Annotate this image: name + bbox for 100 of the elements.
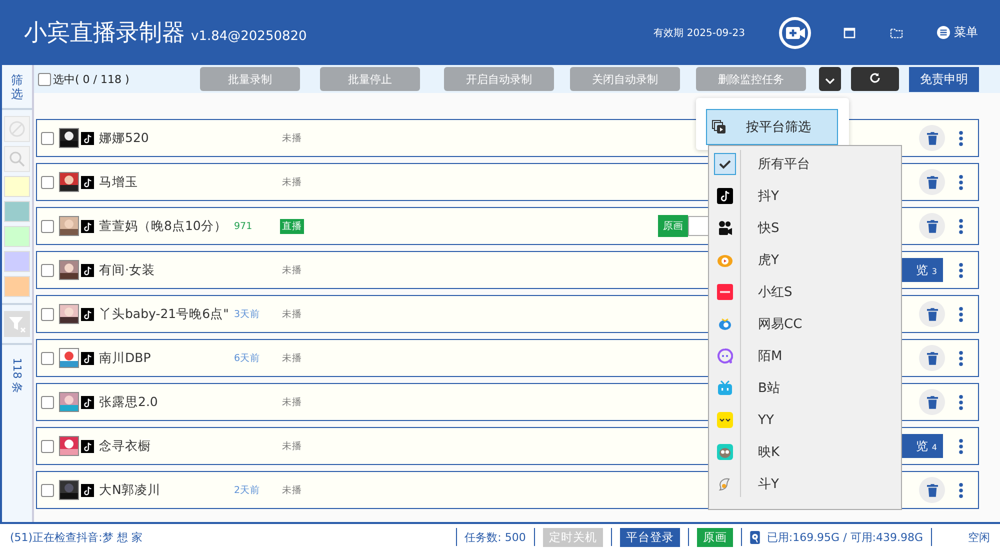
film-camera-icon xyxy=(716,220,732,236)
delete-button[interactable] xyxy=(919,389,945,415)
music-note-icon xyxy=(81,396,94,408)
platform-filter-item[interactable]: 按平台筛选 xyxy=(706,109,838,145)
caret-icon xyxy=(825,78,835,84)
delete-button[interactable] xyxy=(919,301,945,327)
live-status: 未播 xyxy=(281,132,303,146)
music-note-icon xyxy=(81,220,94,232)
streamer-name: 念寻衣橱 xyxy=(99,438,152,454)
row-checkbox[interactable] xyxy=(41,176,54,188)
trash-icon xyxy=(926,352,938,364)
dropdown-button[interactable] xyxy=(819,67,841,91)
music-note-icon xyxy=(81,264,94,276)
row-checkbox[interactable] xyxy=(41,484,54,496)
streamer-name: 有间·女装 xyxy=(99,262,156,278)
viewer-count: 971 xyxy=(234,220,252,232)
menu-icon xyxy=(937,26,950,39)
streamer-name: 南川DBP xyxy=(99,350,152,366)
select-all-checkbox[interactable]: 选中( 0 / 118 ) xyxy=(38,72,200,86)
delete-button[interactable] xyxy=(919,477,945,503)
expiry-date: 有效期 2025-09-23 xyxy=(654,26,745,40)
music-note-icon xyxy=(716,188,732,204)
delete-button[interactable] xyxy=(919,125,945,151)
folder-icon[interactable] xyxy=(890,26,903,38)
trash-icon xyxy=(926,484,938,496)
refresh-icon xyxy=(869,72,881,84)
trash-icon xyxy=(926,396,938,408)
app-title: 小宾直播录制器 xyxy=(24,19,185,48)
window-icon[interactable] xyxy=(843,26,856,38)
menu-button[interactable]: 菜单 xyxy=(937,24,978,41)
music-note-icon xyxy=(81,352,94,364)
row-checkbox[interactable] xyxy=(41,264,54,276)
platform-login-button[interactable]: 平台登录 xyxy=(620,528,680,546)
row-checkbox[interactable] xyxy=(41,352,54,364)
row-checkbox[interactable] xyxy=(41,396,54,408)
tv-icon xyxy=(716,380,732,396)
delete-button[interactable] xyxy=(919,345,945,371)
disk-usage: 已用:169.95G / 可用:439.98G xyxy=(766,530,923,544)
refresh-button[interactable] xyxy=(851,67,899,91)
owl-icon xyxy=(716,444,732,460)
more-icon[interactable] xyxy=(958,174,964,190)
music-note-icon xyxy=(81,308,94,320)
live-status: 未播 xyxy=(281,484,303,498)
last-seen-time: 2天前 xyxy=(234,484,260,496)
trash-icon xyxy=(926,220,938,232)
music-note-icon xyxy=(81,484,94,496)
more-icon[interactable] xyxy=(958,306,964,322)
item-count: 118 条 xyxy=(10,358,24,394)
live-status: 未播 xyxy=(281,308,303,322)
more-icon[interactable] xyxy=(958,262,964,278)
app-tile-icon xyxy=(716,284,732,300)
app-state: 空闲 xyxy=(967,530,990,544)
platform-option[interactable]: 快S xyxy=(709,212,901,244)
more-icon[interactable] xyxy=(958,350,964,366)
more-icon[interactable] xyxy=(958,482,964,498)
status-message: (51)正在检查抖音:梦 想 家 xyxy=(10,530,142,544)
streamer-name: 大N郭凌川 xyxy=(99,482,162,498)
live-status: 直播 xyxy=(280,218,304,234)
streamer-name: 萱萱妈（晚8点10分） xyxy=(99,218,228,234)
live-status: 未播 xyxy=(281,440,303,454)
color-swatch[interactable] xyxy=(4,276,30,297)
add-camera-icon[interactable] xyxy=(777,14,813,50)
version-label: v1.84@20250820 xyxy=(191,29,307,44)
bird-icon xyxy=(716,476,732,492)
row-checkbox[interactable] xyxy=(41,132,54,144)
color-swatch[interactable] xyxy=(4,200,30,222)
color-swatch[interactable] xyxy=(4,226,30,247)
music-note-icon xyxy=(81,132,94,144)
live-status: 未播 xyxy=(281,396,303,410)
music-note-icon xyxy=(81,176,94,188)
play-badge-icon xyxy=(716,252,732,268)
last-seen-time: 6天前 xyxy=(234,352,260,364)
streamer-name: 马增玉 xyxy=(99,174,139,190)
row-checkbox[interactable] xyxy=(41,440,54,452)
row-checkbox[interactable] xyxy=(41,308,54,320)
last-seen-time: 3天前 xyxy=(234,308,260,320)
row-checkbox[interactable] xyxy=(41,220,54,232)
streamer-name: 张露思2.0 xyxy=(99,394,159,410)
more-icon[interactable] xyxy=(958,394,964,410)
more-icon[interactable] xyxy=(958,218,964,234)
streamer-name: 丫头baby-21号晚6点" xyxy=(99,306,230,322)
platform-option[interactable]: 陌M xyxy=(709,340,901,372)
delete-button[interactable] xyxy=(919,169,945,195)
disclaimer-button[interactable]: 免责申明 xyxy=(909,66,979,92)
more-icon[interactable] xyxy=(958,438,964,454)
trash-icon xyxy=(926,132,938,144)
streamer-name: 娜娜520 xyxy=(99,130,150,146)
live-status: 未播 xyxy=(281,264,303,278)
color-swatch[interactable] xyxy=(4,176,30,197)
check-icon xyxy=(714,153,736,175)
music-note-icon xyxy=(81,440,94,452)
platform-option[interactable]: 斗Y xyxy=(709,468,901,500)
trash-icon xyxy=(926,308,938,320)
filter-label[interactable]: 筛选 xyxy=(11,73,23,102)
task-count: 任务数: 500 xyxy=(464,530,526,544)
more-icon[interactable] xyxy=(958,130,964,146)
delete-button[interactable] xyxy=(919,213,945,239)
color-swatch[interactable] xyxy=(4,250,30,272)
smile-tile-icon xyxy=(716,412,732,428)
live-status: 未播 xyxy=(281,176,303,190)
